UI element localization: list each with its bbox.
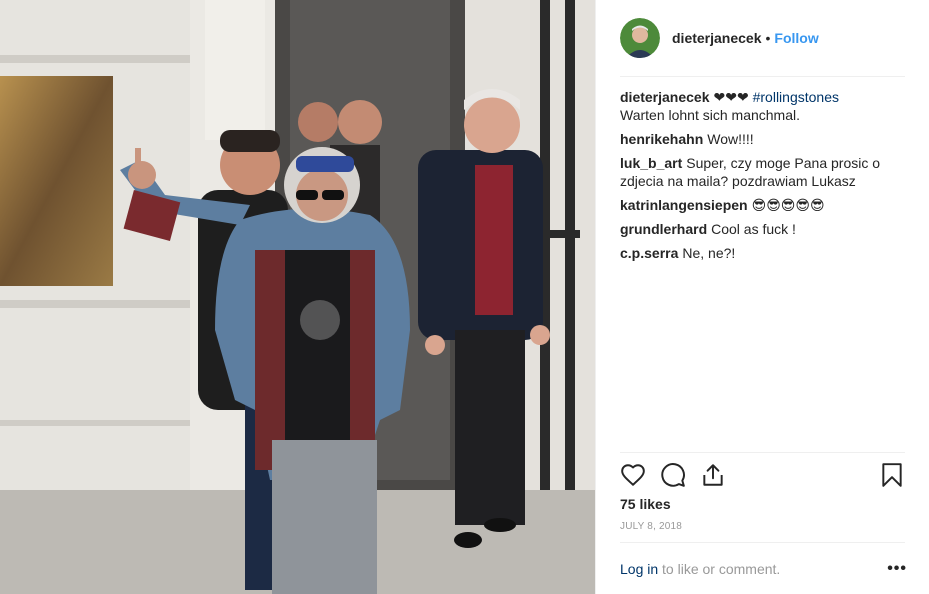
avatar[interactable] xyxy=(620,18,660,58)
comment-username[interactable]: c.p.serra xyxy=(620,245,678,261)
share-button[interactable] xyxy=(700,462,726,488)
share-icon xyxy=(703,464,723,486)
comment-text: 😎😎😎😎😎 xyxy=(751,197,825,213)
comment-button[interactable] xyxy=(660,462,686,488)
follow-button[interactable]: Follow xyxy=(774,30,818,46)
avatar-image xyxy=(620,18,660,58)
comment-username[interactable]: katrinlangensiepen xyxy=(620,197,748,213)
login-prompt: Log in to like or comment. xyxy=(620,561,780,577)
comment-text: Ne, ne?! xyxy=(682,245,736,261)
post-caption: dieterjanecek ❤❤❤ #rollingstones Warten l… xyxy=(620,88,909,124)
caption-hearts: ❤❤❤ xyxy=(713,89,749,105)
post-username[interactable]: dieterjanecek xyxy=(672,30,762,46)
caption-username[interactable]: dieterjanecek xyxy=(620,89,710,105)
comment-item: luk_b_art Super, czy moge Pana prosic o z… xyxy=(620,154,909,190)
divider xyxy=(620,542,905,543)
comment-text: Wow!!!! xyxy=(707,131,754,147)
action-bar xyxy=(620,460,905,490)
post-side-panel: dieterjanecek • Follow dieterjanecek ❤❤❤ … xyxy=(595,0,929,594)
divider xyxy=(620,452,905,453)
post-date[interactable]: July 8, 2018 xyxy=(620,521,682,532)
login-prompt-text: to like or comment. xyxy=(662,561,781,577)
comment-item: katrinlangensiepen 😎😎😎😎😎 xyxy=(620,196,909,214)
like-button[interactable] xyxy=(620,462,646,488)
comment-item: c.p.serra Ne, ne?! xyxy=(620,244,909,262)
likes-count[interactable]: 75 likes xyxy=(620,496,671,512)
save-button[interactable] xyxy=(879,462,905,488)
login-link[interactable]: Log in xyxy=(620,561,658,577)
comment-icon xyxy=(661,463,685,487)
divider xyxy=(620,76,905,77)
comment-username[interactable]: grundlerhard xyxy=(620,221,707,237)
more-options-icon[interactable]: ••• xyxy=(887,560,907,578)
comment-item: grundlerhard Cool as fuck ! xyxy=(620,220,909,238)
post-photo[interactable] xyxy=(0,0,595,594)
heart-icon xyxy=(621,464,645,486)
caption-hashtag[interactable]: #rollingstones xyxy=(753,89,839,105)
separator-dot: • xyxy=(765,30,771,46)
caption-text: Warten lohnt sich manchmal. xyxy=(620,107,800,123)
comment-username[interactable]: luk_b_art xyxy=(620,155,682,171)
comment-item: henrikehahn Wow!!!! xyxy=(620,130,909,148)
post-header: dieterjanecek • Follow xyxy=(620,18,905,58)
instagram-post: dieterjanecek • Follow dieterjanecek ❤❤❤ … xyxy=(0,0,929,594)
comment-text: Cool as fuck ! xyxy=(711,221,796,237)
comment-list: dieterjanecek ❤❤❤ #rollingstones Warten l… xyxy=(620,88,909,268)
bookmark-icon xyxy=(882,463,902,487)
comment-username[interactable]: henrikehahn xyxy=(620,131,703,147)
post-photo-image xyxy=(0,0,595,594)
